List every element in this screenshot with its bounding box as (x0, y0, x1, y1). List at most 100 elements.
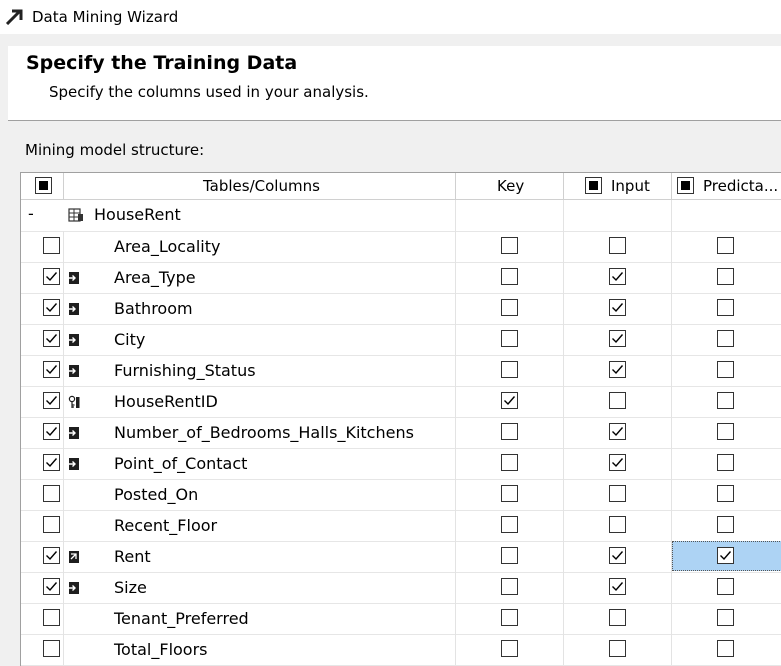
include-column-checkbox[interactable] (43, 392, 60, 409)
select-all-input-checkbox[interactable] (585, 177, 602, 194)
title-bar: Data Mining Wizard (0, 0, 781, 34)
key-column-icon (68, 394, 80, 413)
input-checkbox[interactable] (609, 454, 626, 471)
input-checkbox[interactable] (609, 609, 626, 626)
input-checkbox[interactable] (609, 299, 626, 316)
predictable-checkbox[interactable] (717, 268, 734, 285)
column-row-area-locality[interactable]: Area_Locality (21, 231, 781, 263)
input-header[interactable]: Input (611, 177, 650, 195)
column-name: Area_Locality (114, 237, 221, 256)
key-checkbox[interactable] (501, 299, 518, 316)
mining-structure-label: Mining model structure: (25, 141, 205, 159)
include-column-checkbox[interactable] (43, 268, 60, 285)
predictable-header[interactable]: Predicta... (703, 177, 778, 195)
include-column-checkbox[interactable] (43, 299, 60, 316)
key-checkbox[interactable] (501, 609, 518, 626)
predictable-checkbox[interactable] (717, 330, 734, 347)
key-checkbox[interactable] (501, 640, 518, 657)
key-checkbox[interactable] (501, 516, 518, 533)
include-column-checkbox[interactable] (43, 547, 60, 564)
select-all-columns-checkbox[interactable] (35, 177, 52, 194)
column-row-recent-floor[interactable]: Recent_Floor (21, 510, 781, 542)
key-checkbox[interactable] (501, 547, 518, 564)
column-row-number-of-bedrooms-halls-kitchens[interactable]: Number_of_Bedrooms_Halls_Kitchens (21, 417, 781, 449)
column-row-point-of-contact[interactable]: Point_of_Contact (21, 448, 781, 480)
input-checkbox[interactable] (609, 516, 626, 533)
column-name: Tenant_Preferred (114, 609, 249, 628)
input-checkbox[interactable] (609, 237, 626, 254)
include-column-checkbox[interactable] (43, 423, 60, 440)
column-row-city[interactable]: City (21, 324, 781, 356)
predictable-checkbox[interactable] (717, 547, 734, 564)
predictable-checkbox[interactable] (717, 423, 734, 440)
key-checkbox[interactable] (501, 423, 518, 440)
predictable-checkbox[interactable] (717, 485, 734, 502)
include-column-checkbox[interactable] (43, 609, 60, 626)
column-row-size[interactable]: Size (21, 572, 781, 604)
include-column-checkbox[interactable] (43, 485, 60, 502)
input-checkbox[interactable] (609, 547, 626, 564)
predictable-checkbox[interactable] (717, 237, 734, 254)
column-name: Point_of_Contact (114, 454, 248, 473)
mining-structure-grid: Tables/Columns Key Input Predicta... - H… (20, 172, 781, 666)
predictable-checkbox[interactable] (717, 454, 734, 471)
table-icon (68, 207, 84, 226)
input-column-icon (68, 270, 80, 289)
column-row-tenant-preferred[interactable]: Tenant_Preferred (21, 603, 781, 635)
key-checkbox[interactable] (501, 268, 518, 285)
key-checkbox[interactable] (501, 454, 518, 471)
input-checkbox[interactable] (609, 578, 626, 595)
input-checkbox[interactable] (609, 330, 626, 347)
input-column-icon (68, 580, 80, 599)
key-checkbox[interactable] (501, 392, 518, 409)
column-row-total-floors[interactable]: Total_Floors (21, 634, 781, 666)
include-column-checkbox[interactable] (43, 330, 60, 347)
include-column-checkbox[interactable] (43, 454, 60, 471)
wizard-arrow-icon (5, 9, 27, 29)
include-column-checkbox[interactable] (43, 578, 60, 595)
tables-columns-header[interactable]: Tables/Columns (203, 177, 320, 195)
select-all-predictable-checkbox[interactable] (677, 177, 694, 194)
column-name: Area_Type (114, 268, 196, 287)
predictable-checkbox[interactable] (717, 609, 734, 626)
column-row-rent[interactable]: Rent (21, 541, 781, 573)
column-row-posted-on[interactable]: Posted_On (21, 479, 781, 511)
column-row-area-type[interactable]: Area_Type (21, 262, 781, 294)
column-name: Furnishing_Status (114, 361, 256, 380)
predictable-checkbox[interactable] (717, 640, 734, 657)
predictable-checkbox[interactable] (717, 361, 734, 378)
column-name: HouseRentID (114, 392, 218, 411)
input-column-icon (68, 301, 80, 320)
column-name: Recent_Floor (114, 516, 218, 535)
input-column-icon (68, 425, 80, 444)
input-checkbox[interactable] (609, 640, 626, 657)
input-checkbox[interactable] (609, 392, 626, 409)
table-row-houserent[interactable]: - HouseRent (21, 200, 781, 232)
column-row-furnishing-status[interactable]: Furnishing_Status (21, 355, 781, 387)
include-column-checkbox[interactable] (43, 640, 60, 657)
key-checkbox[interactable] (501, 361, 518, 378)
collapse-toggle[interactable]: - (28, 204, 34, 223)
input-checkbox[interactable] (609, 268, 626, 285)
window-title: Data Mining Wizard (32, 8, 179, 26)
key-checkbox[interactable] (501, 330, 518, 347)
include-column-checkbox[interactable] (43, 516, 60, 533)
input-checkbox[interactable] (609, 361, 626, 378)
key-checkbox[interactable] (501, 485, 518, 502)
grid-header-row: Tables/Columns Key Input Predicta... (21, 173, 781, 200)
include-column-checkbox[interactable] (43, 237, 60, 254)
column-row-houserentid[interactable]: HouseRentID (21, 386, 781, 418)
input-checkbox[interactable] (609, 485, 626, 502)
input-checkbox[interactable] (609, 423, 626, 440)
column-name: Posted_On (114, 485, 199, 504)
column-row-bathroom[interactable]: Bathroom (21, 293, 781, 325)
predictable-checkbox[interactable] (717, 392, 734, 409)
key-header[interactable]: Key (497, 177, 524, 195)
key-checkbox[interactable] (501, 237, 518, 254)
include-column-checkbox[interactable] (43, 361, 60, 378)
input-column-icon (68, 332, 80, 351)
key-checkbox[interactable] (501, 578, 518, 595)
predictable-checkbox[interactable] (717, 299, 734, 316)
predictable-checkbox[interactable] (717, 516, 734, 533)
predictable-checkbox[interactable] (717, 578, 734, 595)
